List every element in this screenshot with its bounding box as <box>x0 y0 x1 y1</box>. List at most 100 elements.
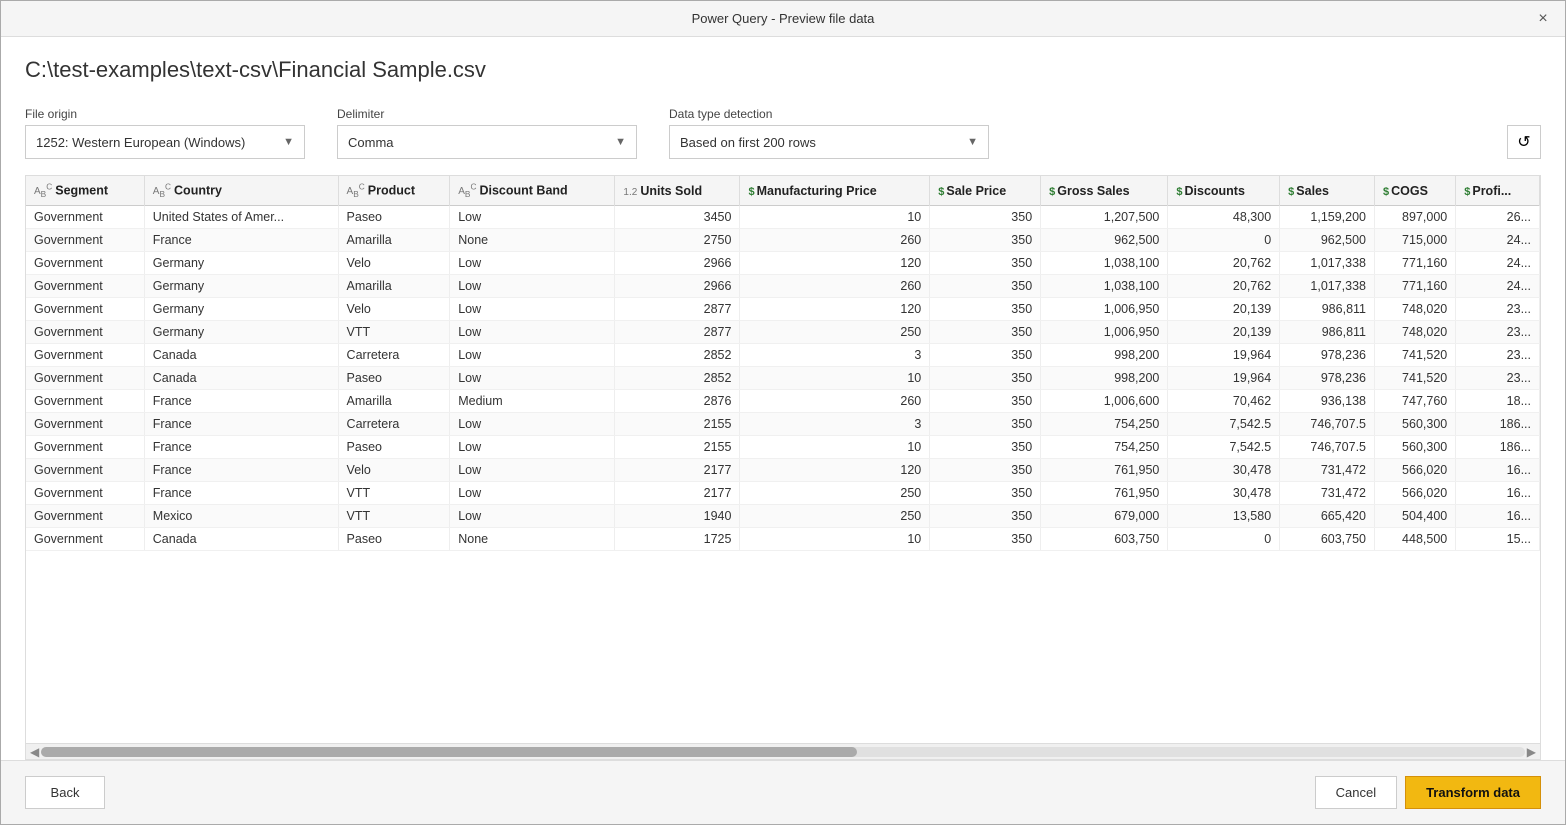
table-cell: Low <box>450 206 615 229</box>
table-cell: 3450 <box>615 206 740 229</box>
table-cell: 731,472 <box>1280 459 1375 482</box>
footer-left: Back <box>25 776 105 809</box>
delimiter-group: Delimiter Comma ▼ <box>337 107 637 159</box>
table-cell: 566,020 <box>1375 482 1456 505</box>
table-cell: 350 <box>930 298 1041 321</box>
table-cell: Government <box>26 390 144 413</box>
numeric-type-icon: 1.2 <box>623 187 637 198</box>
table-cell: Paseo <box>338 206 450 229</box>
table-cell: Government <box>26 275 144 298</box>
table-cell: Canada <box>144 367 338 390</box>
currency-type-icon: $ <box>1464 186 1470 198</box>
table-cell: 747,760 <box>1375 390 1456 413</box>
table-cell: 20,762 <box>1168 275 1280 298</box>
currency-type-icon: $ <box>1049 186 1055 198</box>
table-cell: 350 <box>930 367 1041 390</box>
back-button[interactable]: Back <box>25 776 105 809</box>
table-cell: Germany <box>144 321 338 344</box>
dialog-title: Power Query - Preview file data <box>692 11 875 26</box>
table-cell: 998,200 <box>1041 367 1168 390</box>
table-cell: 2155 <box>615 436 740 459</box>
table-cell: 186... <box>1456 436 1540 459</box>
table-cell: 10 <box>740 436 930 459</box>
abc-type-icon: ABC <box>347 186 365 197</box>
transform-data-button[interactable]: Transform data <box>1405 776 1541 809</box>
table-cell: 350 <box>930 252 1041 275</box>
close-button[interactable]: × <box>1529 5 1557 33</box>
table-cell: Amarilla <box>338 390 450 413</box>
table-cell: 978,236 <box>1280 344 1375 367</box>
table-cell: Low <box>450 344 615 367</box>
table-cell: Government <box>26 206 144 229</box>
table-cell: 1,017,338 <box>1280 252 1375 275</box>
table-cell: 761,950 <box>1041 482 1168 505</box>
table-cell: 260 <box>740 390 930 413</box>
cancel-button[interactable]: Cancel <box>1315 776 1397 809</box>
table-row: GovernmentFrancePaseoLow215510350754,250… <box>26 436 1540 459</box>
table-cell: Germany <box>144 252 338 275</box>
table-cell: 350 <box>930 413 1041 436</box>
table-cell: 186... <box>1456 413 1540 436</box>
table-cell: 962,500 <box>1041 229 1168 252</box>
table-row: GovernmentFranceAmarillaMedium2876260350… <box>26 390 1540 413</box>
table-cell: 350 <box>930 229 1041 252</box>
table-cell: 20,139 <box>1168 321 1280 344</box>
table-cell: Government <box>26 344 144 367</box>
file-path: C:\test-examples\text-csv\Financial Samp… <box>25 57 1541 83</box>
horizontal-scrollbar[interactable]: ◀ ▶ <box>26 743 1540 759</box>
table-cell: Government <box>26 505 144 528</box>
currency-type-icon: $ <box>938 186 944 198</box>
table-cell: 24... <box>1456 229 1540 252</box>
col-header-profi---: $Profi... <box>1456 176 1540 206</box>
file-origin-dropdown[interactable]: 1252: Western European (Windows) ▼ <box>25 125 305 159</box>
table-cell: 962,500 <box>1280 229 1375 252</box>
table-cell: Paseo <box>338 528 450 551</box>
table-row: GovernmentCanadaCarreteraLow28523350998,… <box>26 344 1540 367</box>
table-row: GovernmentFranceVeloLow2177120350761,950… <box>26 459 1540 482</box>
table-cell: 120 <box>740 298 930 321</box>
table-cell: Government <box>26 436 144 459</box>
table-cell: 741,520 <box>1375 367 1456 390</box>
table-cell: 7,542.5 <box>1168 413 1280 436</box>
table-cell: 2852 <box>615 367 740 390</box>
currency-type-icon: $ <box>1288 186 1294 198</box>
table-cell: Low <box>450 505 615 528</box>
table-cell: Amarilla <box>338 229 450 252</box>
table-cell: 560,300 <box>1375 436 1456 459</box>
table-cell: 2852 <box>615 344 740 367</box>
table-cell: 120 <box>740 252 930 275</box>
table-cell: 26... <box>1456 206 1540 229</box>
delimiter-dropdown[interactable]: Comma ▼ <box>337 125 637 159</box>
table-cell: 978,236 <box>1280 367 1375 390</box>
table-cell: Low <box>450 482 615 505</box>
refresh-button[interactable]: ↺ <box>1507 125 1541 159</box>
col-header-label: Segment <box>55 183 108 197</box>
scrollbar-thumb[interactable] <box>41 747 857 757</box>
data-type-group: Data type detection Based on first 200 r… <box>669 107 989 159</box>
table-cell: Germany <box>144 275 338 298</box>
scrollbar-track[interactable] <box>41 747 1525 757</box>
abc-type-icon: ABC <box>153 186 171 197</box>
table-cell: 19,964 <box>1168 367 1280 390</box>
table-cell: Carretera <box>338 344 450 367</box>
table-cell: 1,159,200 <box>1280 206 1375 229</box>
col-header-discounts: $Discounts <box>1168 176 1280 206</box>
data-type-dropdown[interactable]: Based on first 200 rows ▼ <box>669 125 989 159</box>
table-cell: 7,542.5 <box>1168 436 1280 459</box>
table-cell: France <box>144 390 338 413</box>
table-cell: Paseo <box>338 436 450 459</box>
table-cell: 16... <box>1456 505 1540 528</box>
table-cell: 986,811 <box>1280 298 1375 321</box>
table-cell: 1,006,950 <box>1041 298 1168 321</box>
table-cell: 2155 <box>615 413 740 436</box>
table-cell: Government <box>26 528 144 551</box>
table-cell: 20,762 <box>1168 252 1280 275</box>
col-header-label: Product <box>368 183 415 197</box>
table-row: GovernmentMexicoVTTLow1940250350679,0001… <box>26 505 1540 528</box>
data-table: ABCSegmentABCCountryABCProductABCDiscoun… <box>26 176 1540 551</box>
table-cell: 23... <box>1456 367 1540 390</box>
table-cell: 20,139 <box>1168 298 1280 321</box>
table-cell: Velo <box>338 459 450 482</box>
col-header-segment: ABCSegment <box>26 176 144 206</box>
table-cell: 679,000 <box>1041 505 1168 528</box>
